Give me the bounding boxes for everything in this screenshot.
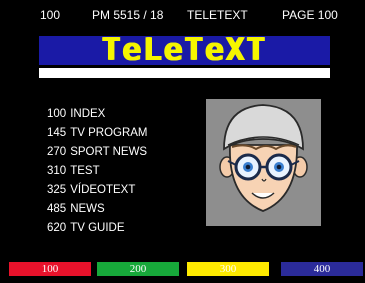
index-item-test[interactable]: 310 TEST — [47, 162, 207, 181]
index-page-number: 485 — [47, 203, 67, 215]
cartoon-face-with-glasses-icon — [206, 99, 321, 226]
fastext-bar: 100 200 300 400 — [0, 262, 365, 276]
fastext-green-button[interactable]: 200 — [97, 262, 179, 276]
fastext-yellow-button[interactable]: 300 — [187, 262, 269, 276]
index-item-tv-guide[interactable]: 620 TV GUIDE — [47, 219, 207, 238]
mascot-left-iris — [245, 164, 251, 170]
index-label: SPORT NEWS — [70, 146, 148, 158]
index-label: TV PROGRAM — [70, 127, 148, 139]
fastext-red-button[interactable]: 100 — [9, 262, 91, 276]
status-current-page: PAGE 100 — [282, 8, 338, 22]
index-item-index[interactable]: 100 INDEX — [47, 105, 207, 124]
index-item-sport-news[interactable]: 270 SPORT NEWS — [47, 143, 207, 162]
status-bar: 100 PM 5515 / 18 TELETEXT PAGE 100 — [0, 8, 365, 24]
index-page-number: 100 — [47, 108, 67, 120]
index-item-news[interactable]: 485 NEWS — [47, 200, 207, 219]
index-label: TEST — [70, 165, 100, 177]
header-divider — [39, 68, 330, 78]
index-page-number: 325 — [47, 184, 67, 196]
teletext-screen: 100 PM 5515 / 18 TELETEXT PAGE 100 TeLeT… — [0, 0, 365, 283]
index-page-number: 270 — [47, 146, 67, 158]
index-page-number: 145 — [47, 127, 67, 139]
index-label: TV GUIDE — [70, 222, 125, 234]
header-banner: TeLeTeXT — [39, 32, 330, 68]
index-label: NEWS — [70, 203, 105, 215]
index-item-tv-program[interactable]: 145 TV PROGRAM — [47, 124, 207, 143]
status-time: PM 5515 / 18 — [92, 8, 164, 22]
index-label: INDEX — [70, 108, 106, 120]
index-page-number: 310 — [47, 165, 67, 177]
index-label: VÍDEOTEXT — [70, 184, 136, 196]
status-service: TELETEXT — [187, 8, 248, 22]
mascot-right-iris — [276, 164, 282, 170]
fastext-blue-button[interactable]: 400 — [281, 262, 363, 276]
index-item-videotext[interactable]: 325 VÍDEOTEXT — [47, 181, 207, 200]
index-page-number: 620 — [47, 222, 67, 234]
status-page-number: 100 — [40, 8, 61, 22]
index-list: 100 INDEX 145 TV PROGRAM 270 SPORT NEWS … — [47, 105, 207, 238]
page-title: TeLeTeXT — [101, 32, 268, 68]
